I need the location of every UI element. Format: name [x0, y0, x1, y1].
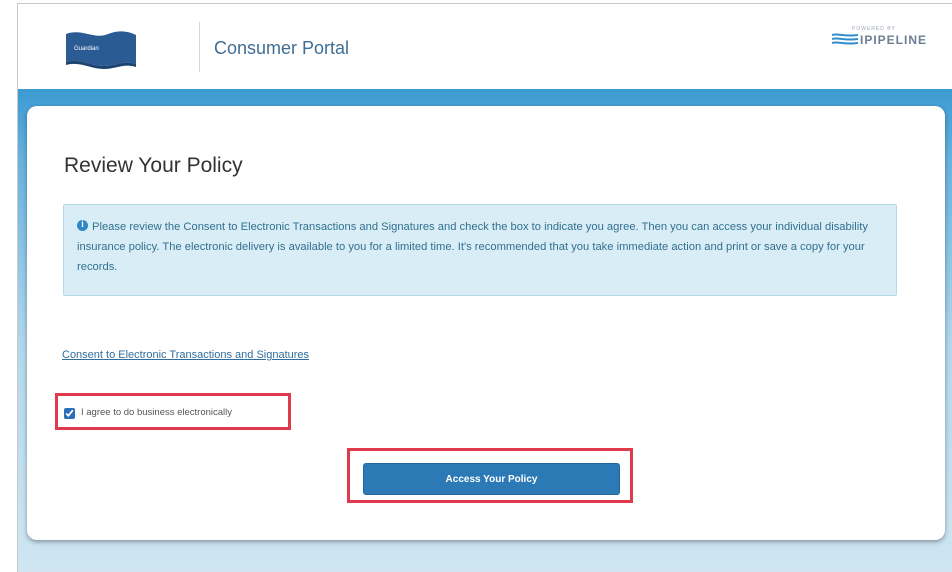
ipipeline-logo: POWERED BY IPIPELINE: [826, 22, 952, 52]
agree-label[interactable]: I agree to do business electronically: [81, 407, 232, 418]
agree-checkbox[interactable]: [64, 408, 75, 419]
portal-header: Guardian Consumer Portal POWERED BY IPIP…: [18, 4, 952, 89]
portal-title: Consumer Portal: [214, 38, 350, 58]
pipeline-wave-icon: [832, 33, 858, 45]
consent-link[interactable]: Consent to Electronic Transactions and S…: [62, 349, 309, 361]
guardian-logo[interactable]: Guardian: [64, 26, 138, 70]
pipeline-wordmark: IPIPELINE: [860, 33, 928, 47]
browser-frame: Guardian Consumer Portal POWERED BY IPIP…: [17, 3, 952, 572]
info-alert: Please review the Consent to Electronic …: [63, 204, 897, 296]
content-band: Review Your Policy Please review the Con…: [18, 89, 952, 572]
info-message: Please review the Consent to Electronic …: [77, 221, 868, 273]
access-policy-button[interactable]: Access Your Policy: [363, 463, 620, 495]
logo-text: Guardian: [74, 46, 99, 52]
pipeline-powered-by: POWERED BY: [852, 26, 896, 32]
header-divider: [199, 22, 200, 72]
page-title: Review Your Policy: [64, 154, 243, 177]
review-policy-card: Review Your Policy Please review the Con…: [27, 106, 945, 540]
